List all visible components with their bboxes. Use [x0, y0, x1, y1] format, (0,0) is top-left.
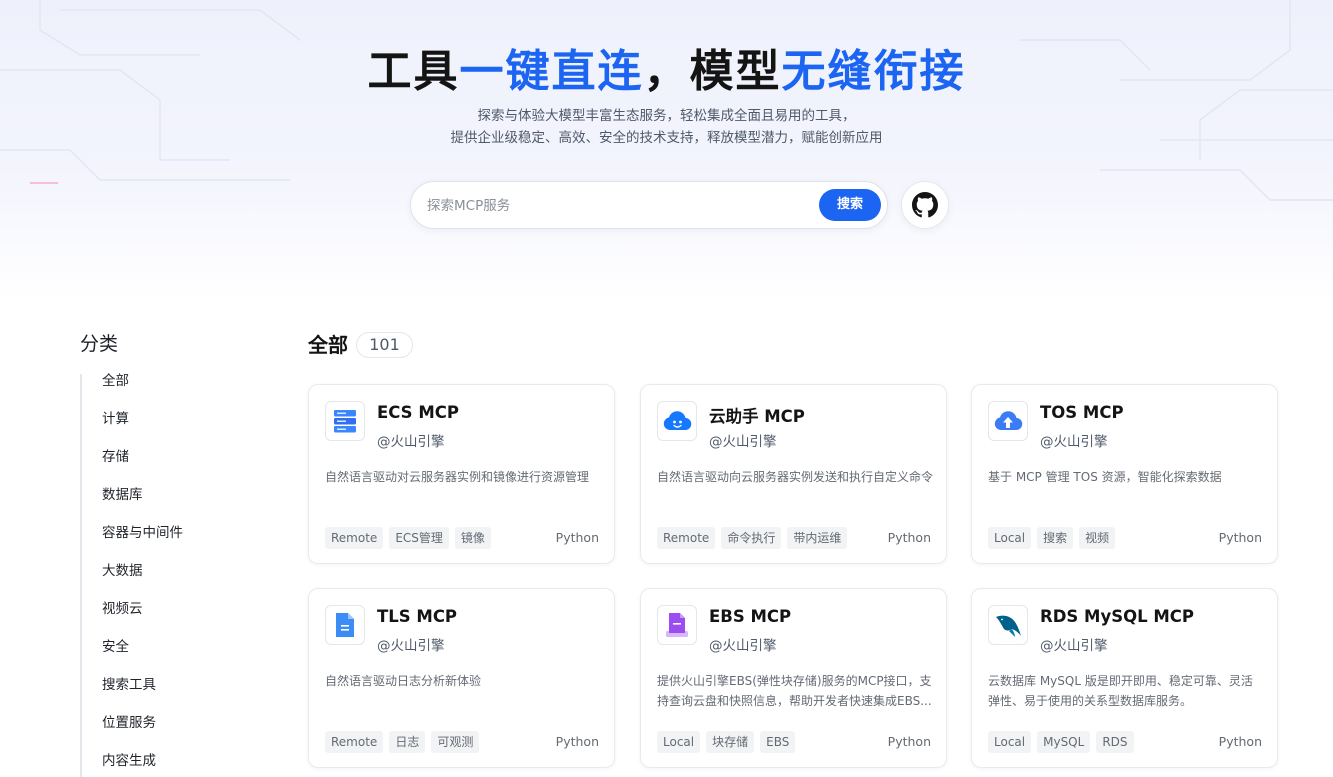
tag: Local [988, 731, 1032, 753]
mcp-card-rds-mysql[interactable]: RDS MySQL MCP @火山引擎 云数据库 MySQL 版是即开即用、稳定… [971, 588, 1278, 768]
mysql-dolphin-icon [996, 615, 1021, 637]
card-icon-box [988, 401, 1028, 441]
mcp-card-tos[interactable]: TOS MCP @火山引擎 基于 MCP 管理 TOS 资源，智能化探索数据 L… [971, 384, 1278, 564]
github-button[interactable] [901, 181, 949, 229]
card-author: @火山引擎 [1040, 638, 1108, 654]
sidebar-item-container-middleware[interactable]: 容器与中间件 [82, 526, 230, 564]
card-title: 云助手 MCP [709, 407, 805, 426]
sidebar-item-video-cloud[interactable]: 视频云 [82, 602, 230, 640]
hero-banner: 工具一键直连，模型无缝衔接 探索与体验大模型丰富生态服务，轻松集成全面且易用的工… [0, 0, 1333, 300]
card-title: TOS MCP [1040, 403, 1124, 422]
card-description: 自然语言驱动日志分析新体验 [325, 674, 482, 688]
card-language: Python [555, 530, 599, 545]
card-description: 云数据库 MySQL 版是即开即用、稳定可靠、灵活弹性、易于使用的关系型数据库服… [988, 674, 1253, 708]
sidebar-item-compute[interactable]: 计算 [82, 412, 230, 450]
tag: 块存储 [706, 731, 755, 753]
card-icon-box [325, 605, 365, 645]
document-icon [336, 613, 354, 637]
sidebar-item-security[interactable]: 安全 [82, 640, 230, 678]
github-icon [912, 192, 938, 218]
search-bar: 搜索 [410, 181, 888, 229]
card-icon-box [657, 605, 697, 645]
sidebar-item-database[interactable]: 数据库 [82, 488, 230, 526]
hero-title-part1: 工具 [367, 46, 460, 97]
card-tags: Remote 日志 可观测 [325, 731, 480, 753]
block-storage-icon [666, 613, 688, 637]
search-button[interactable]: 搜索 [819, 189, 881, 221]
tag: 带内运维 [787, 527, 848, 549]
card-description: 提供火山引擎EBS(弹性块存储)服务的MCP接口，支持查询云盘和快照信息，帮助开… [657, 674, 932, 708]
card-description: 基于 MCP 管理 TOS 资源，智能化探索数据 [988, 470, 1222, 484]
tag: 镜像 [454, 527, 491, 549]
card-tags: Local MySQL RDS [988, 731, 1134, 753]
tag: 日志 [389, 731, 426, 753]
card-author: @火山引擎 [709, 434, 777, 450]
category-sidebar: 全部 计算 存储 数据库 容器与中间件 大数据 视频云 安全 搜索工具 位置服务… [80, 374, 230, 777]
sidebar-item-all[interactable]: 全部 [82, 374, 230, 412]
card-icon-box [325, 401, 365, 441]
tag: 可观测 [431, 731, 480, 753]
mcp-card-cloud-assistant[interactable]: 云助手 MCP @火山引擎 自然语言驱动向云服务器实例发送和执行自定义命令 Re… [640, 384, 947, 564]
card-author: @火山引擎 [377, 434, 445, 450]
card-description: 自然语言驱动向云服务器实例发送和执行自定义命令 [657, 470, 933, 484]
tag: Remote [657, 527, 716, 549]
sidebar-item-big-data[interactable]: 大数据 [82, 564, 230, 602]
card-language: Python [887, 734, 931, 749]
mcp-card-ebs[interactable]: EBS MCP @火山引擎 提供火山引擎EBS(弹性块存储)服务的MCP接口，支… [640, 588, 947, 768]
tag: Remote [325, 731, 384, 753]
card-language: Python [1218, 734, 1262, 749]
tag: ECS管理 [389, 527, 449, 549]
hero-subtitle-line1: 探索与体验大模型丰富生态服务，轻松集成全面且易用的工具， [477, 108, 856, 124]
hero-title-part3: ，模型 [643, 46, 782, 97]
card-title: EBS MCP [709, 607, 792, 626]
card-title: RDS MySQL MCP [1040, 607, 1194, 626]
mcp-card-tls[interactable]: TLS MCP @火山引擎 自然语言驱动日志分析新体验 Remote 日志 可观… [308, 588, 615, 768]
card-title: ECS MCP [377, 403, 459, 422]
card-tags: Local 搜索 视频 [988, 527, 1116, 549]
hero-title-part4: 无缝衔接 [781, 46, 966, 97]
card-icon-box [988, 605, 1028, 645]
hero-subtitle-line2: 提供企业级稳定、高效、安全的技术支持，释放模型潜力，赋能创新应用 [450, 130, 883, 146]
card-author: @火山引擎 [377, 638, 445, 654]
card-tags: Local 块存储 EBS [657, 731, 796, 753]
sidebar-item-storage[interactable]: 存储 [82, 450, 230, 488]
section-title: 全部 [308, 333, 348, 357]
tag: RDS [1096, 731, 1134, 753]
tag: 视频 [1079, 527, 1116, 549]
sidebar-item-location-services[interactable]: 位置服务 [82, 716, 230, 754]
server-icon [334, 410, 356, 433]
card-tags: Remote ECS管理 镜像 [325, 527, 491, 549]
tag: MySQL [1037, 731, 1091, 753]
cloud-upload-icon [994, 411, 1023, 431]
tag: 搜索 [1037, 527, 1074, 549]
card-language: Python [887, 530, 931, 545]
card-icon-box [657, 401, 697, 441]
card-tags: Remote 命令执行 带内运维 [657, 527, 848, 549]
cloud-assistant-icon [663, 411, 692, 431]
tag: Remote [325, 527, 384, 549]
card-author: @火山引擎 [1040, 434, 1108, 450]
tag: Local [988, 527, 1032, 549]
sidebar-item-search-tools[interactable]: 搜索工具 [82, 678, 230, 716]
search-input[interactable] [427, 194, 807, 218]
page: 工具一键直连，模型无缝衔接 探索与体验大模型丰富生态服务，轻松集成全面且易用的工… [0, 0, 1333, 777]
card-author: @火山引擎 [709, 638, 777, 654]
tag: 命令执行 [721, 527, 782, 549]
tag: Local [657, 731, 701, 753]
tag: EBS [760, 731, 796, 753]
mcp-card-ecs[interactable]: ECS MCP @火山引擎 自然语言驱动对云服务器实例和镜像进行资源管理 Rem… [308, 384, 615, 564]
hero-title-part2: 一键直连 [459, 46, 644, 97]
card-description: 自然语言驱动对云服务器实例和镜像进行资源管理 [325, 470, 590, 484]
card-language: Python [555, 734, 599, 749]
count-badge: 101 [356, 332, 413, 358]
card-title: TLS MCP [377, 607, 458, 626]
hero-title: 工具一键直连，模型无缝衔接 [0, 40, 1333, 104]
sidebar-title: 分类 [80, 333, 119, 355]
card-language: Python [1218, 530, 1262, 545]
sidebar-item-content-generation[interactable]: 内容生成 [82, 754, 230, 777]
